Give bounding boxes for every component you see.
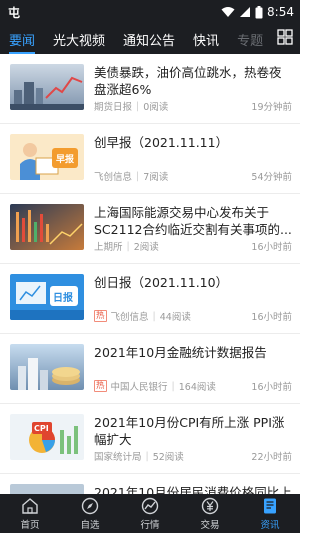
news-thumbnail [10, 344, 84, 390]
meta-separator: | [136, 170, 140, 182]
hot-tag: 热 [94, 380, 107, 392]
news-time: 16小时前 [251, 312, 292, 323]
news-title: 创日报（2021.11.10） [94, 275, 229, 290]
tab-topics[interactable]: 专题 [228, 24, 270, 54]
meta-separator: | [136, 100, 140, 112]
grid-icon [277, 29, 293, 49]
news-thumbnail [10, 204, 84, 250]
svg-text:屯: 屯 [8, 5, 20, 19]
news-item[interactable]: 美债暴跌，油价高位跳水，热卷夜盘涨超6% 期货日报 | 0阅读 19分钟前 [0, 54, 300, 124]
battery-icon [255, 5, 263, 19]
nav-label: 首页 [20, 519, 40, 531]
nav-market[interactable]: 行情 [120, 494, 180, 533]
news-source: 上期所 [94, 242, 123, 253]
nav-label: 交易 [200, 519, 220, 531]
news-title: 美债暴跌，油价高位跳水，热卷夜盘涨超6% [94, 65, 282, 97]
tab-notices[interactable]: 通知公告 [114, 24, 184, 54]
app-logo-icon: 屯 [8, 5, 24, 19]
nav-home[interactable]: 首页 [0, 494, 60, 533]
tab-everbright-video[interactable]: 光大视频 [44, 24, 114, 54]
news-thumbnail: CPI [10, 414, 84, 460]
news-thumbnail: 日报 [10, 274, 84, 320]
news-meta: 热 飞创信息 | 44阅读 16小时前 [94, 309, 292, 323]
news-meta: 飞创信息 | 7阅读 54分钟前 [94, 169, 292, 184]
news-source: 期货日报 [94, 102, 133, 113]
signal-icon [239, 6, 251, 18]
news-title: 2021年10月份居民消费价格同比上涨 [94, 485, 292, 494]
news-icon [261, 497, 279, 515]
news-item[interactable]: CPI 2021年10月份CPI有所上涨 PPI涨幅扩大 国家统计局 | 52阅… [0, 404, 300, 474]
home-icon [21, 497, 39, 515]
news-meta: 国家统计局 | 52阅读 22小时前 [94, 449, 292, 464]
wifi-icon [221, 6, 235, 18]
news-reads: 164阅读 [178, 382, 216, 393]
tab-flash[interactable]: 快讯 [184, 24, 228, 54]
news-title: 上海国际能源交易中心发布关于SC2112合约临近交割有关事项的... [94, 205, 292, 237]
news-reads: 0阅读 [143, 102, 169, 113]
news-time: 19分钟前 [251, 102, 292, 113]
meta-separator: | [152, 310, 156, 322]
news-list: 美债暴跌，油价高位跳水，热卷夜盘涨超6% 期货日报 | 0阅读 19分钟前 早报… [0, 54, 300, 494]
nav-label: 行情 [140, 519, 160, 531]
news-meta: 热 中国人民银行 | 164阅读 16小时前 [94, 379, 292, 393]
news-item[interactable]: 日报 创日报（2021.11.10） 热 飞创信息 | 44阅读 16小时前 [0, 264, 300, 334]
news-source: 飞创信息 [110, 312, 149, 323]
news-reads: 44阅读 [159, 312, 191, 323]
hot-tag: 热 [94, 310, 107, 322]
news-reads: 7阅读 [143, 172, 169, 183]
news-source: 国家统计局 [94, 452, 142, 463]
top-tab-bar: 要闻 光大视频 通知公告 快讯 专题 [0, 24, 300, 54]
tab-list: 要闻 光大视频 通知公告 快讯 专题 [0, 24, 270, 54]
meta-separator: | [145, 450, 149, 462]
news-thumbnail [10, 484, 84, 494]
news-title: 创早报（2021.11.11） [94, 135, 229, 150]
news-source: 中国人民银行 [110, 382, 168, 393]
news-time: 16小时前 [251, 242, 292, 253]
svg-text:日报: 日报 [53, 291, 73, 304]
bottom-nav: 首页 自选 行情 交易 资讯 [0, 494, 300, 533]
news-item[interactable]: 2021年10月份居民消费价格同比上涨 [0, 474, 300, 494]
news-time: 54分钟前 [251, 172, 292, 183]
nav-label: 资讯 [260, 519, 280, 531]
news-meta: 上期所 | 2阅读 16小时前 [94, 239, 292, 254]
meta-separator: | [171, 380, 175, 392]
news-title: 2021年10月金融统计数据报告 [94, 345, 267, 360]
news-reads: 2阅读 [133, 242, 159, 253]
meta-separator: | [126, 240, 130, 252]
news-time: 22小时前 [251, 452, 292, 463]
yen-icon [201, 497, 219, 515]
news-time: 16小时前 [251, 382, 292, 393]
news-item[interactable]: 早报 创早报（2021.11.11） 飞创信息 | 7阅读 54分钟前 [0, 124, 300, 194]
news-source: 飞创信息 [94, 172, 133, 183]
nav-news[interactable]: 资讯 [240, 494, 300, 533]
nav-trade[interactable]: 交易 [180, 494, 240, 533]
tab-manage-button[interactable] [270, 24, 300, 54]
news-meta: 期货日报 | 0阅读 19分钟前 [94, 99, 292, 114]
status-time: 8:54 [267, 5, 294, 19]
svg-text:早报: 早报 [56, 153, 74, 165]
compass-icon [81, 497, 99, 515]
news-thumbnail [10, 64, 84, 110]
trend-icon [141, 497, 159, 515]
news-thumbnail: 早报 [10, 134, 84, 180]
svg-text:CPI: CPI [34, 424, 49, 433]
news-item[interactable]: 上海国际能源交易中心发布关于SC2112合约临近交割有关事项的... 上期所 |… [0, 194, 300, 264]
news-title: 2021年10月份CPI有所上涨 PPI涨幅扩大 [94, 415, 285, 447]
status-bar: 屯 8:54 [0, 0, 300, 24]
nav-label: 自选 [80, 519, 100, 531]
nav-watchlist[interactable]: 自选 [60, 494, 120, 533]
news-item[interactable]: 2021年10月金融统计数据报告 热 中国人民银行 | 164阅读 16小时前 [0, 334, 300, 404]
news-reads: 52阅读 [152, 452, 184, 463]
tab-headlines[interactable]: 要闻 [0, 24, 44, 54]
